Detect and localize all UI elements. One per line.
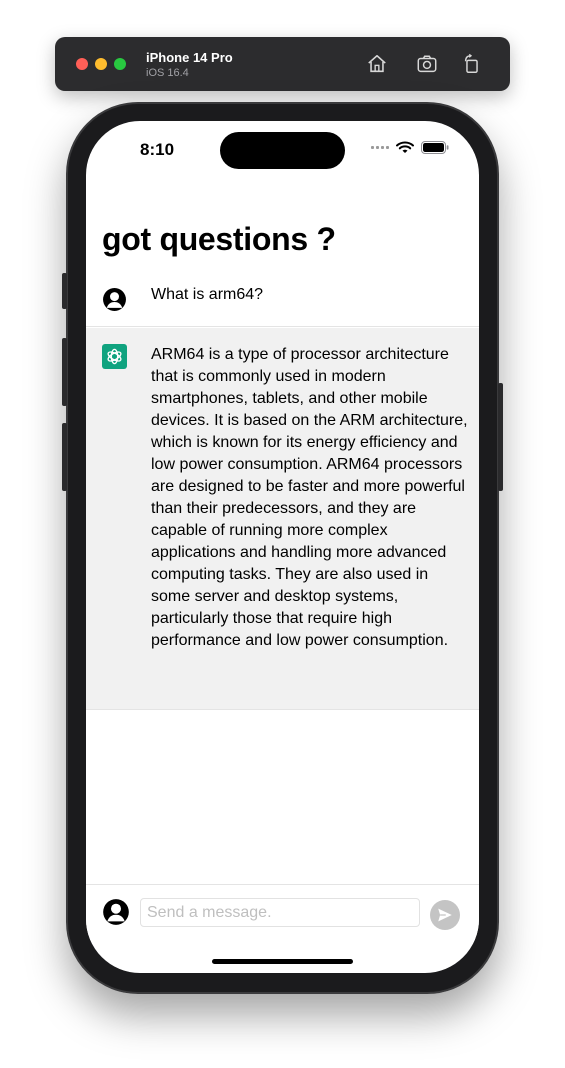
os-version: iOS 16.4 <box>146 67 189 79</box>
camera-icon <box>417 55 437 73</box>
status-icons <box>371 141 449 154</box>
device-name: iPhone 14 Pro <box>146 50 233 65</box>
status-time: 8:10 <box>140 140 175 159</box>
page-title: got questions ? <box>102 221 336 257</box>
zoom-window-button[interactable] <box>114 58 126 70</box>
power-button <box>498 383 503 491</box>
user-avatar-icon <box>103 288 126 311</box>
minimize-window-button[interactable] <box>95 58 107 70</box>
phone-screen: 8:10 got questions ? What is arm64? ARM6… <box>86 121 479 973</box>
send-button[interactable] <box>430 900 460 930</box>
user-avatar-icon <box>103 899 129 925</box>
cellular-icon <box>371 146 389 149</box>
message-composer <box>86 884 479 944</box>
rotate-button[interactable] <box>460 52 484 76</box>
close-window-button[interactable] <box>76 58 88 70</box>
volume-down-button <box>62 423 67 491</box>
battery-icon <box>421 141 449 154</box>
user-message-text: What is arm64? <box>151 286 264 303</box>
assistant-message-text: ARM64 is a type of processor architectur… <box>151 346 468 649</box>
message-input[interactable] <box>140 898 420 927</box>
assistant-message-row: ARM64 is a type of processor architectur… <box>86 328 479 710</box>
simulator-toolbar: iPhone 14 Pro iOS 16.4 <box>55 37 510 91</box>
rotate-icon <box>464 53 478 73</box>
send-icon <box>438 908 452 922</box>
dynamic-island <box>220 132 345 169</box>
home-button[interactable] <box>365 52 389 76</box>
wifi-icon <box>396 141 414 153</box>
user-message-row: What is arm64? <box>86 277 479 327</box>
home-indicator[interactable] <box>212 959 353 964</box>
screenshot-button[interactable] <box>415 52 439 76</box>
home-icon <box>368 54 386 73</box>
silent-switch <box>62 273 67 309</box>
openai-logo-icon <box>102 344 127 369</box>
volume-up-button <box>62 338 67 406</box>
